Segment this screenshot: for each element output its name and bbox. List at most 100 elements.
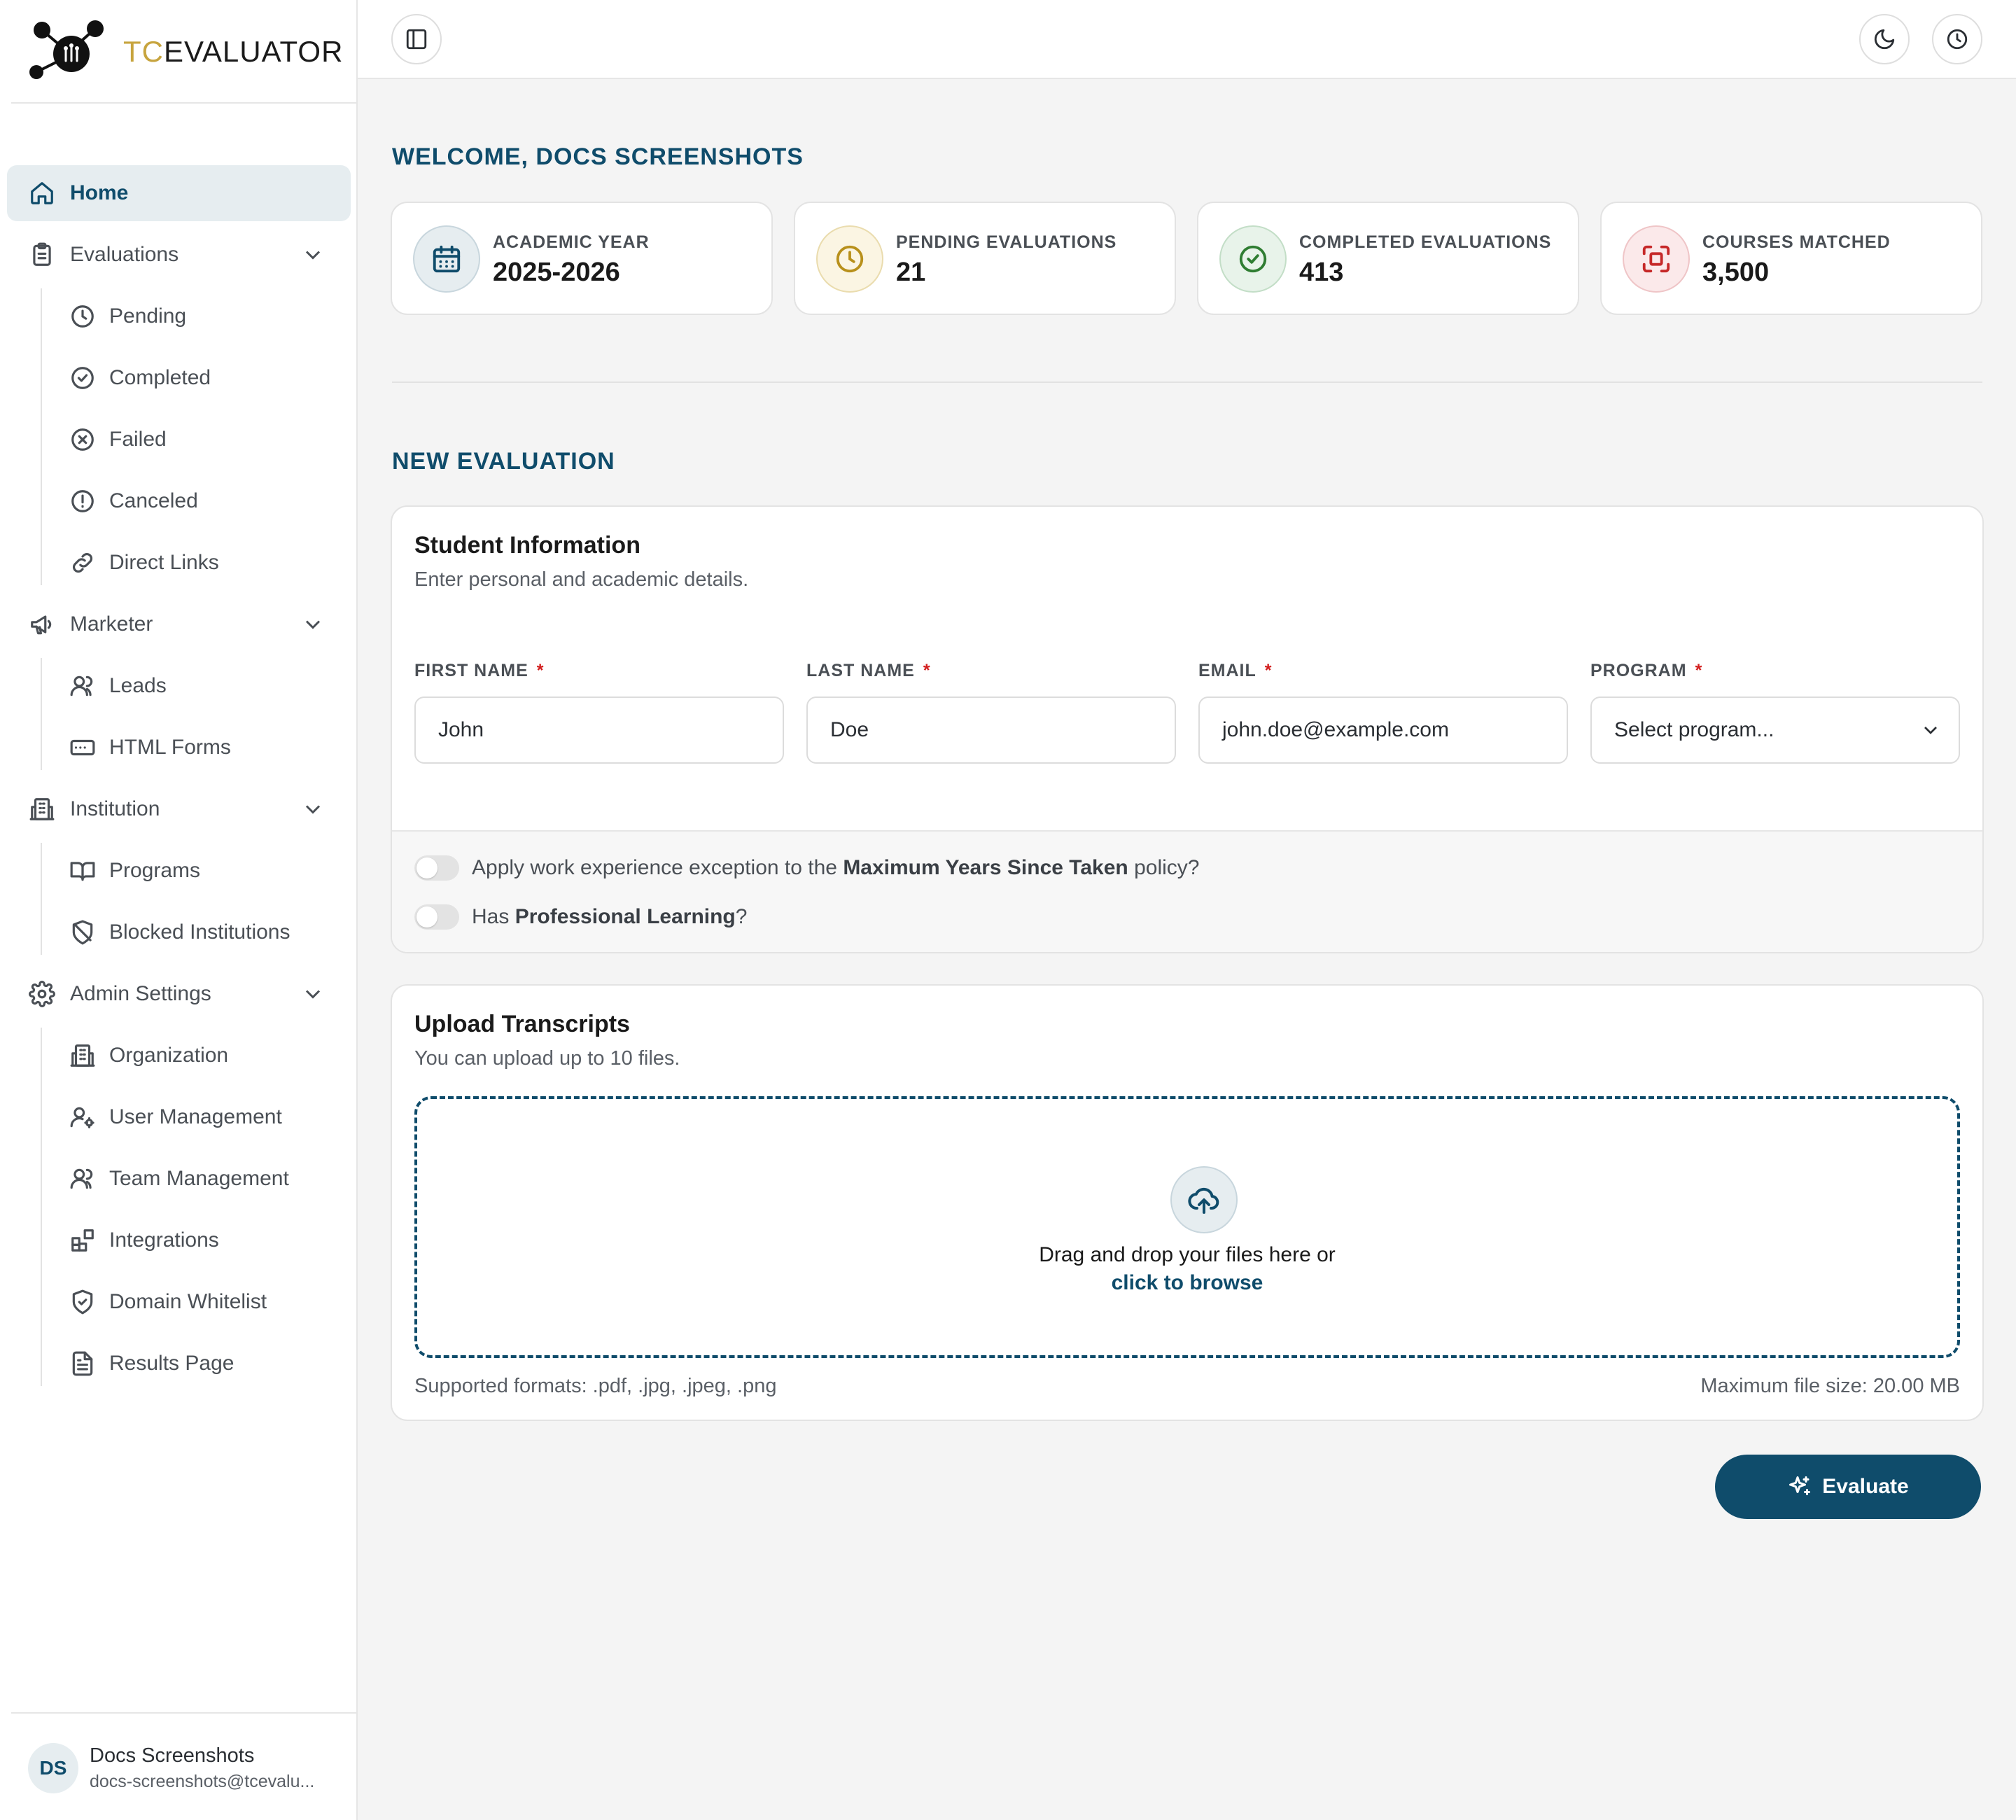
max-file-size: Maximum file size: 20.00 MB: [1700, 1375, 1960, 1397]
sidebar-nav: Home Evaluations Pending Completed Faile…: [0, 165, 358, 1397]
sidebar-item-results-page[interactable]: Results Page: [49, 1336, 351, 1392]
sidebar-item-marketer[interactable]: Marketer: [7, 596, 351, 652]
last-name-label: LAST NAME *: [806, 661, 931, 680]
x-circle-icon: [69, 426, 97, 454]
sidebar-item-label: Results Page: [109, 1352, 234, 1375]
work-experience-toggle[interactable]: [414, 855, 459, 881]
evaluations-submenu: Pending Completed Failed Canceled Direct…: [0, 288, 358, 591]
email-field[interactable]: john.doe@example.com: [1198, 696, 1568, 764]
stat-value: 3,500: [1702, 258, 1770, 287]
admin-submenu: Organization User Management Team Manage…: [0, 1028, 358, 1392]
first-name-label: FIRST NAME *: [414, 661, 545, 680]
sidebar-item-user-management[interactable]: User Management: [49, 1089, 351, 1145]
sidebar-item-blocked-institutions[interactable]: Blocked Institutions: [49, 904, 351, 960]
supported-formats: Supported formats: .pdf, .jpg, .jpeg, .p…: [414, 1375, 777, 1397]
professional-learning-toggle[interactable]: [414, 904, 459, 930]
evaluate-button[interactable]: Evaluate: [1715, 1455, 1981, 1519]
gear-icon: [28, 980, 56, 1008]
sidebar-item-label: Evaluations: [70, 243, 179, 266]
work-experience-toggle-row: Apply work experience exception to the M…: [414, 855, 1199, 881]
sidebar-item-html-forms[interactable]: HTML Forms: [49, 720, 351, 776]
shield-check-icon: [69, 1288, 97, 1316]
theme-toggle-button[interactable]: [1859, 14, 1910, 64]
sidebar-item-label: HTML Forms: [109, 736, 231, 759]
logo-icon: [29, 20, 104, 79]
toggle-label: Has Professional Learning?: [472, 905, 748, 928]
sidebar-item-evaluations[interactable]: Evaluations: [7, 227, 351, 283]
upload-transcripts-panel: Upload Transcripts You can upload up to …: [391, 984, 1984, 1421]
user-email: docs-screenshots@tcevalu...: [90, 1772, 315, 1791]
sidebar-item-programs[interactable]: Programs: [49, 843, 351, 899]
section-divider: [392, 382, 1982, 383]
stat-value: 413: [1299, 258, 1344, 287]
user-info: Docs Screenshots docs-screenshots@tceval…: [90, 1744, 314, 1792]
first-name-field[interactable]: John: [414, 696, 784, 764]
last-name-field[interactable]: Doe: [806, 696, 1176, 764]
sidebar-item-label: Organization: [109, 1044, 229, 1067]
evaluate-button-label: Evaluate: [1822, 1475, 1909, 1498]
chevron-down-icon[interactable]: [300, 242, 326, 267]
users-icon: [69, 672, 97, 700]
sidebar-item-institution[interactable]: Institution: [7, 781, 351, 837]
program-select-value: Select program...: [1614, 718, 1774, 741]
sidebar-item-admin-settings[interactable]: Admin Settings: [7, 966, 351, 1022]
panel-title: Upload Transcripts: [414, 1011, 630, 1037]
user-profile[interactable]: DS Docs Screenshots docs-screenshots@tce…: [28, 1743, 314, 1793]
stat-value: 2025-2026: [493, 258, 620, 287]
file-dropzone[interactable]: Drag and drop your files here or click t…: [414, 1096, 1960, 1358]
sidebar-item-label: Programs: [109, 859, 201, 882]
student-information-panel: Student Information Enter personal and a…: [391, 505, 1984, 953]
scan-icon: [1623, 225, 1690, 293]
app-name: TCEVALUATOR: [123, 35, 344, 68]
panel-title: Student Information: [414, 532, 640, 559]
sidebar-item-canceled[interactable]: Canceled: [49, 473, 351, 529]
sidebar-item-organization[interactable]: Organization: [49, 1028, 351, 1084]
email-label: EMAIL *: [1198, 661, 1273, 680]
building-icon: [28, 795, 56, 823]
app-logo[interactable]: TCEVALUATOR: [28, 14, 343, 84]
panel-left-icon: [406, 29, 427, 50]
program-select[interactable]: Select program...: [1590, 696, 1960, 764]
building-icon: [69, 1042, 97, 1070]
clock-icon: [816, 225, 883, 293]
sidebar-item-leads[interactable]: Leads: [49, 658, 351, 714]
file-text-icon: [69, 1350, 97, 1378]
sidebar-item-label: Completed: [109, 366, 211, 389]
sidebar-item-label: Team Management: [109, 1167, 289, 1190]
welcome-title: WELCOME, DOCS SCREENSHOTS: [392, 144, 804, 170]
avatar: DS: [28, 1743, 78, 1793]
new-evaluation-title: NEW EVALUATION: [392, 448, 615, 475]
chevron-down-icon[interactable]: [300, 981, 326, 1007]
sidebar-item-label: Admin Settings: [70, 982, 211, 1005]
sidebar-item-label: Blocked Institutions: [109, 920, 290, 944]
link-icon: [69, 549, 97, 577]
professional-learning-toggle-row: Has Professional Learning?: [414, 904, 747, 930]
stat-value: 21: [896, 258, 926, 287]
sidebar-item-integrations[interactable]: Integrations: [49, 1212, 351, 1268]
policy-toggles: Apply work experience exception to the M…: [392, 830, 1982, 952]
sidebar-item-label: Integrations: [109, 1228, 219, 1252]
stat-card-completed-evaluations: COMPLETED EVALUATIONS 413: [1197, 202, 1579, 315]
sparkles-icon: [1789, 1476, 1811, 1495]
check-circle-icon: [1219, 225, 1287, 293]
sidebar-item-label: Canceled: [109, 489, 198, 512]
sidebar-item-completed[interactable]: Completed: [49, 350, 351, 406]
sidebar-item-team-management[interactable]: Team Management: [49, 1151, 351, 1207]
sidebar-toggle-button[interactable]: [391, 14, 442, 64]
user-name: Docs Screenshots: [90, 1744, 255, 1767]
chevron-down-icon[interactable]: [300, 612, 326, 637]
users-icon: [69, 1165, 97, 1193]
sidebar-item-direct-links[interactable]: Direct Links: [49, 535, 351, 591]
stat-label: ACADEMIC YEAR: [493, 232, 650, 252]
shield-off-icon: [69, 918, 97, 946]
sidebar-item-failed[interactable]: Failed: [49, 412, 351, 468]
sidebar-item-label: Domain Whitelist: [109, 1290, 267, 1313]
sidebar-item-home[interactable]: Home: [7, 165, 351, 221]
history-button[interactable]: [1932, 14, 1982, 64]
sidebar-item-pending[interactable]: Pending: [49, 288, 351, 344]
browse-link[interactable]: click to browse: [417, 1271, 1957, 1295]
chevron-down-icon[interactable]: [300, 797, 326, 822]
sidebar-item-domain-whitelist[interactable]: Domain Whitelist: [49, 1274, 351, 1330]
sidebar: TCEVALUATOR Home Evaluations Pending Com…: [0, 0, 358, 1820]
sidebar-item-label: Home: [70, 181, 129, 204]
